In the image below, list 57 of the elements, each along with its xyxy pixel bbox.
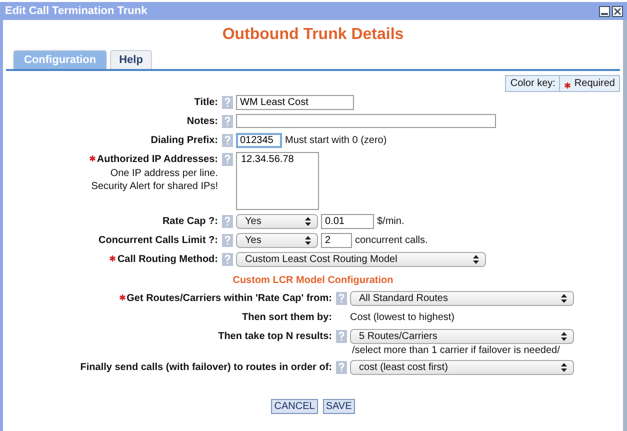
field-label: Call Routing Method: <box>117 253 218 267</box>
field-hint: One IP address per line. <box>110 167 218 180</box>
help-icon[interactable] <box>336 292 346 305</box>
save-button[interactable]: SAVE <box>322 399 355 414</box>
help-icon[interactable] <box>222 115 232 128</box>
dropdown[interactable]: All Standard Routes <box>350 291 574 306</box>
text-field[interactable]: WM Least Cost <box>236 95 354 110</box>
unit-label: concurrent calls. <box>355 235 428 246</box>
dropdown[interactable]: Custom Least Cost Routing Model <box>236 252 486 267</box>
field-label: Notes: <box>186 115 218 129</box>
caret-icon <box>561 294 567 303</box>
section-title: Custom LCR Model Configuration <box>232 275 394 286</box>
caret-icon <box>305 236 311 245</box>
caret-icon <box>473 255 479 264</box>
close-icon[interactable] <box>612 6 623 16</box>
field-label: Concurrent Calls Limit ?: <box>98 234 218 248</box>
field-label: Dialing Prefix: <box>150 134 218 148</box>
text-field[interactable]: 2 <box>321 233 352 248</box>
help-icon[interactable] <box>336 330 346 343</box>
field-label: Authorized IP Addresses: <box>96 153 218 167</box>
field-hint: /select more than 1 carrier if failover is needed/ <box>351 345 560 356</box>
dropdown[interactable]: 5 Routes/Carriers <box>350 329 574 344</box>
dropdown[interactable]: Yes <box>236 233 318 248</box>
caret-icon <box>561 363 567 372</box>
required-key: Required <box>574 78 615 89</box>
unit-label: $/min. <box>377 216 404 227</box>
asterisk-icon <box>564 82 572 88</box>
field-label: Finally send calls (with failover) to routes in order of: <box>80 361 332 375</box>
text-field[interactable]: 012345 <box>236 133 282 148</box>
help-icon[interactable] <box>222 215 232 228</box>
text-area[interactable]: 12.34.56.78 <box>236 152 319 210</box>
dropdown[interactable]: Yes <box>236 214 318 229</box>
help-icon[interactable] <box>222 96 232 109</box>
caret-icon <box>561 332 567 341</box>
window-title: Edit Call Termination Trunk <box>5 5 148 17</box>
field-label: Get Routes/Carriers within 'Rate Cap' from: <box>126 292 332 306</box>
field-label: Then sort them by: <box>242 311 332 325</box>
field-value: Cost (lowest to highest) <box>350 311 454 325</box>
field-hint: Must start with 0 (zero) <box>285 135 387 146</box>
field-label: Then take top N results: <box>218 330 332 344</box>
help-icon[interactable] <box>222 234 232 247</box>
minimize-icon[interactable] <box>599 6 610 16</box>
help-icon[interactable] <box>222 134 232 147</box>
cancel-button[interactable]: CANCEL <box>271 399 318 414</box>
dialog-heading: Outbound Trunk Details <box>221 25 405 45</box>
caret-icon <box>305 217 311 226</box>
dropdown[interactable]: cost (least cost first) <box>350 360 574 375</box>
tab[interactable]: Help <box>110 50 152 69</box>
text-field[interactable]: 0.01 <box>321 214 374 229</box>
field-label: Rate Cap ?: <box>162 215 218 229</box>
help-icon[interactable] <box>222 253 232 266</box>
field-hint: Security Alert for shared IPs! <box>91 180 218 193</box>
text-area[interactable] <box>236 114 496 128</box>
color-key-label: Color key: <box>506 76 560 91</box>
help-icon[interactable] <box>336 361 346 374</box>
field-label: Title: <box>194 96 218 110</box>
help-icon[interactable] <box>222 153 232 166</box>
